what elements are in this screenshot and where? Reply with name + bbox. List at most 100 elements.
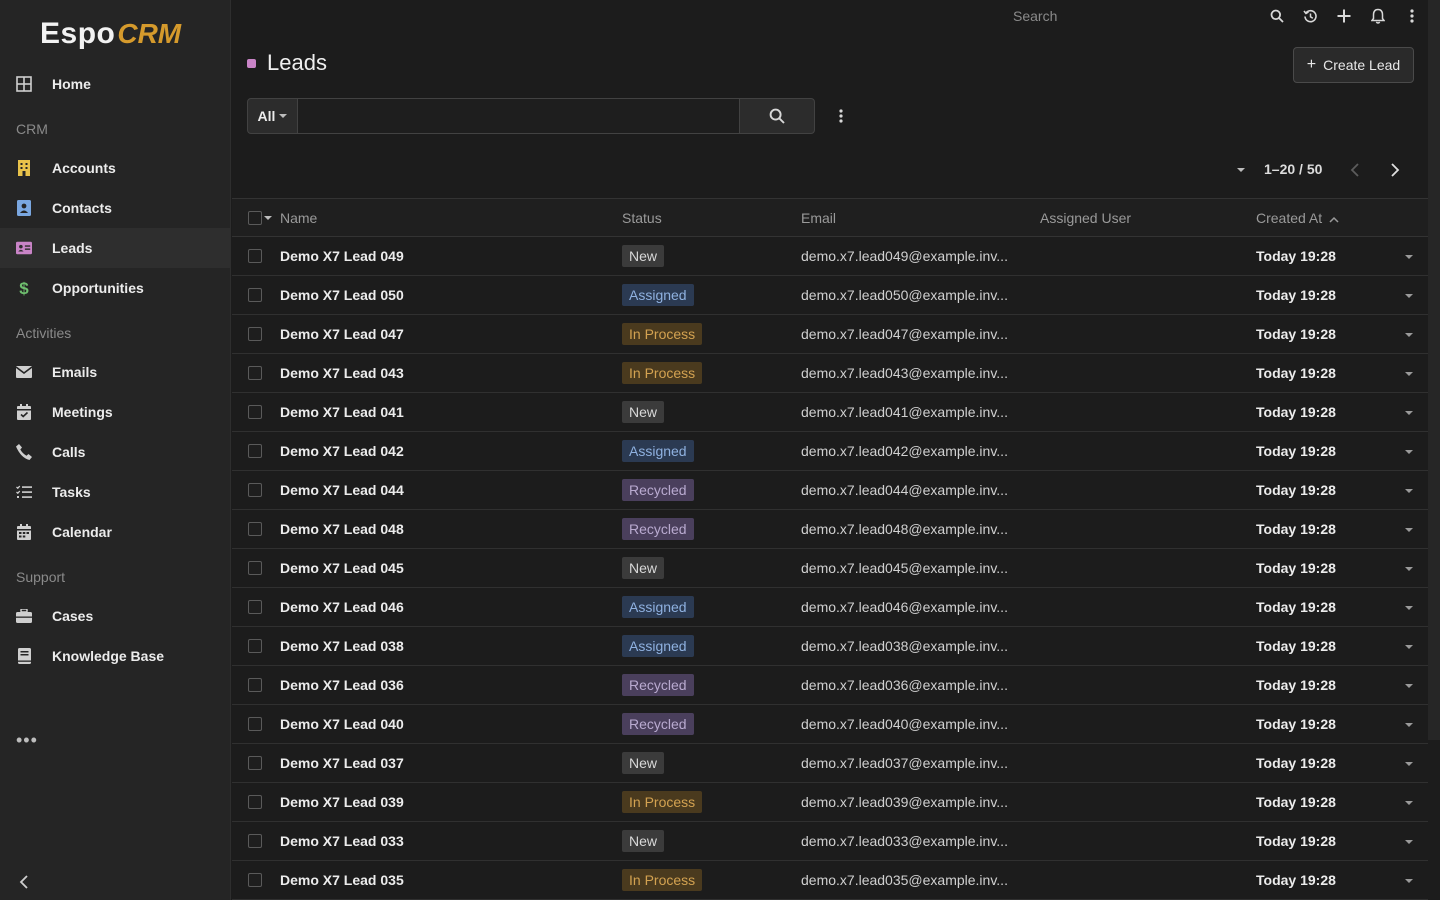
sidebar-collapse-button[interactable] (14, 872, 34, 892)
lead-email[interactable]: demo.x7.lead042@example.inv... (801, 443, 1008, 459)
pagination-next-button[interactable] (1386, 160, 1404, 180)
history-icon[interactable] (1300, 6, 1320, 26)
sidebar-item-contacts[interactable]: Contacts (0, 188, 231, 228)
lead-name-link[interactable]: Demo X7 Lead 036 (280, 677, 404, 693)
lead-email[interactable]: demo.x7.lead036@example.inv... (801, 677, 1008, 693)
column-header-name[interactable]: Name (280, 210, 317, 226)
row-actions-dropdown[interactable] (1402, 721, 1416, 729)
lead-email[interactable]: demo.x7.lead035@example.inv... (801, 872, 1008, 888)
row-actions-dropdown[interactable] (1402, 448, 1416, 456)
row-checkbox[interactable] (248, 795, 262, 809)
pagination-dropdown-caret[interactable] (1237, 168, 1245, 172)
lead-name-link[interactable]: Demo X7 Lead 035 (280, 872, 404, 888)
table-row[interactable]: Demo X7 Lead 040 Recycled demo.x7.lead040@… (232, 705, 1428, 744)
select-all-checkbox[interactable] (248, 211, 262, 225)
table-row[interactable]: Demo X7 Lead 049 New demo.x7.lead049@examp… (232, 237, 1428, 276)
global-search-input[interactable]: Search (1013, 8, 1057, 24)
row-actions-dropdown[interactable] (1402, 799, 1416, 807)
table-row[interactable]: Demo X7 Lead 036 Recycled demo.x7.lead036@… (232, 666, 1428, 705)
sidebar-item-calendar[interactable]: Calendar (0, 512, 231, 552)
lead-email[interactable]: demo.x7.lead041@example.inv... (801, 404, 1008, 420)
sidebar-item-cases[interactable]: Cases (0, 596, 231, 636)
lead-email[interactable]: demo.x7.lead049@example.inv... (801, 248, 1008, 264)
row-actions-dropdown[interactable] (1402, 526, 1416, 534)
column-header-assigned-user[interactable]: Assigned User (1040, 210, 1131, 226)
table-row[interactable]: Demo X7 Lead 044 Recycled demo.x7.lead044@… (232, 471, 1428, 510)
lead-email[interactable]: demo.x7.lead048@example.inv... (801, 521, 1008, 537)
row-checkbox[interactable] (248, 600, 262, 614)
lead-email[interactable]: demo.x7.lead037@example.inv... (801, 755, 1008, 771)
row-checkbox[interactable] (248, 639, 262, 653)
table-row[interactable]: Demo X7 Lead 041 New demo.x7.lead041@examp… (232, 393, 1428, 432)
search-icon[interactable] (1267, 6, 1287, 26)
sidebar-item-opportunities[interactable]: $ Opportunities (0, 268, 231, 308)
row-checkbox[interactable] (248, 327, 262, 341)
lead-email[interactable]: demo.x7.lead044@example.inv... (801, 482, 1008, 498)
row-actions-dropdown[interactable] (1402, 487, 1416, 495)
select-all-caret-icon[interactable] (264, 216, 272, 220)
lead-name-link[interactable]: Demo X7 Lead 040 (280, 716, 404, 732)
table-row[interactable]: Demo X7 Lead 043 In Process demo.x7.lead04… (232, 354, 1428, 393)
logo[interactable]: Espo CRM (40, 16, 181, 52)
row-actions-dropdown[interactable] (1402, 370, 1416, 378)
table-row[interactable]: Demo X7 Lead 046 Assigned demo.x7.lead046@… (232, 588, 1428, 627)
lead-name-link[interactable]: Demo X7 Lead 047 (280, 326, 404, 342)
row-actions-dropdown[interactable] (1402, 838, 1416, 846)
lead-name-link[interactable]: Demo X7 Lead 037 (280, 755, 404, 771)
sidebar-item-tasks[interactable]: Tasks (0, 472, 231, 512)
row-checkbox[interactable] (248, 288, 262, 302)
lead-name-link[interactable]: Demo X7 Lead 049 (280, 248, 404, 264)
row-actions-dropdown[interactable] (1402, 643, 1416, 651)
plus-icon[interactable] (1334, 6, 1354, 26)
scrollbar[interactable] (1428, 0, 1440, 740)
pagination-prev-button[interactable] (1346, 160, 1364, 180)
table-row[interactable]: Demo X7 Lead 048 Recycled demo.x7.lead048@… (232, 510, 1428, 549)
lead-email[interactable]: demo.x7.lead038@example.inv... (801, 638, 1008, 654)
sidebar-item-calls[interactable]: Calls (0, 432, 231, 472)
lead-email[interactable]: demo.x7.lead033@example.inv... (801, 833, 1008, 849)
bell-icon[interactable] (1368, 6, 1388, 26)
row-actions-dropdown[interactable] (1402, 682, 1416, 690)
row-checkbox[interactable] (248, 366, 262, 380)
create-lead-button[interactable]: + Create Lead (1293, 47, 1414, 83)
row-checkbox[interactable] (248, 873, 262, 887)
row-checkbox[interactable] (248, 756, 262, 770)
row-actions-dropdown[interactable] (1402, 877, 1416, 885)
row-checkbox[interactable] (248, 249, 262, 263)
table-row[interactable]: Demo X7 Lead 042 Assigned demo.x7.lead042@… (232, 432, 1428, 471)
row-checkbox[interactable] (248, 678, 262, 692)
row-checkbox[interactable] (248, 561, 262, 575)
lead-name-link[interactable]: Demo X7 Lead 033 (280, 833, 404, 849)
lead-name-link[interactable]: Demo X7 Lead 038 (280, 638, 404, 654)
lead-name-link[interactable]: Demo X7 Lead 039 (280, 794, 404, 810)
sidebar-item-leads[interactable]: Leads (0, 228, 231, 268)
table-row[interactable]: Demo X7 Lead 038 Assigned demo.x7.lead038@… (232, 627, 1428, 666)
lead-name-link[interactable]: Demo X7 Lead 043 (280, 365, 404, 381)
table-row[interactable]: Demo X7 Lead 033 New demo.x7.lead033@examp… (232, 822, 1428, 861)
table-row[interactable]: Demo X7 Lead 047 In Process demo.x7.lead04… (232, 315, 1428, 354)
row-checkbox[interactable] (248, 405, 262, 419)
row-checkbox[interactable] (248, 444, 262, 458)
table-row[interactable]: Demo X7 Lead 045 New demo.x7.lead045@examp… (232, 549, 1428, 588)
lead-email[interactable]: demo.x7.lead043@example.inv... (801, 365, 1008, 381)
row-checkbox[interactable] (248, 717, 262, 731)
row-checkbox[interactable] (248, 483, 262, 497)
table-row[interactable]: Demo X7 Lead 037 New demo.x7.lead037@examp… (232, 744, 1428, 783)
kebab-menu-icon[interactable] (1402, 6, 1422, 26)
row-actions-dropdown[interactable] (1402, 760, 1416, 768)
lead-email[interactable]: demo.x7.lead046@example.inv... (801, 599, 1008, 615)
sidebar-item-accounts[interactable]: Accounts (0, 148, 231, 188)
filter-preset-dropdown[interactable]: All (247, 98, 298, 134)
sidebar-item-meetings[interactable]: Meetings (0, 392, 231, 432)
row-checkbox[interactable] (248, 522, 262, 536)
lead-name-link[interactable]: Demo X7 Lead 048 (280, 521, 404, 537)
sidebar-more-button[interactable]: ••• (16, 731, 38, 749)
lead-name-link[interactable]: Demo X7 Lead 046 (280, 599, 404, 615)
column-header-email[interactable]: Email (801, 210, 836, 226)
column-header-created-at[interactable]: Created At (1256, 210, 1339, 226)
filter-text-input[interactable] (298, 98, 740, 134)
table-row[interactable]: Demo X7 Lead 039 In Process demo.x7.lead03… (232, 783, 1428, 822)
lead-email[interactable]: demo.x7.lead040@example.inv... (801, 716, 1008, 732)
lead-email[interactable]: demo.x7.lead050@example.inv... (801, 287, 1008, 303)
row-actions-dropdown[interactable] (1402, 604, 1416, 612)
